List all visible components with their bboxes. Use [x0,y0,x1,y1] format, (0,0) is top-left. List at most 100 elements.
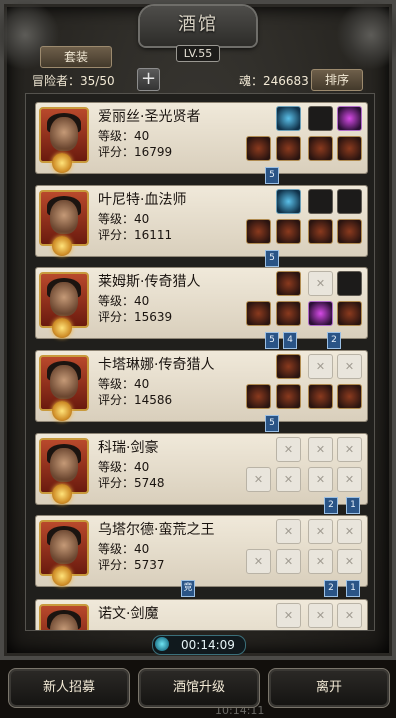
hero-name: 诺文·剑魔 [98,606,159,622]
equipment-slot-icon[interactable] [337,219,362,244]
empty-slot-icon[interactable] [276,603,301,628]
medal-icon [52,153,72,173]
empty-slot-icon[interactable] [337,603,362,628]
hero-score: 评分：16799 [98,145,173,159]
level-tag: 4 [283,332,297,349]
hero-name: 爱丽丝·圣光贤者 [98,109,201,125]
level-tag: 2 [324,580,338,597]
empty-slot-icon[interactable] [276,467,301,492]
level-tag: 1 [346,497,360,514]
hero-score: 评分：5737 [98,558,165,572]
hero-card[interactable]: 莱姆斯·传奇猎人 等级：40 评分：15639 [36,268,367,338]
leave-button[interactable]: 离开 [268,668,390,708]
empty-slot-icon[interactable] [337,519,362,544]
level-tag: 1 [346,580,360,597]
level-tag: 2 [324,497,338,514]
title-plate: 酒馆 [140,6,256,46]
equipment-slot-icon[interactable] [308,301,333,326]
tavern-level-badge: LV.55 [176,45,220,62]
equipment-slot-icon[interactable] [246,219,271,244]
empty-slot-icon[interactable] [308,437,333,462]
hero-portrait [39,604,89,630]
fire-slot-icon[interactable] [276,354,301,379]
timer-text: 00:14:09 [181,638,235,652]
arena-tag: 竞 [181,580,195,597]
medal-icon [52,484,72,504]
empty-slot-icon[interactable] [308,603,333,628]
hero-score: 评分：14586 [98,393,173,407]
equipment-slot-icon[interactable] [308,219,333,244]
hero-card[interactable]: 卡塔琳娜·传奇猎人 等级：40 评分：14586 [36,351,367,421]
empty-slot-icon[interactable] [337,467,362,492]
medal-icon [52,401,72,421]
hero-name: 科瑞·剑豪 [98,440,159,456]
hero-level: 等级：40 [98,377,150,391]
hero-level: 等级：40 [98,294,150,308]
gem-slot-icon[interactable] [276,106,301,131]
hero-score: 评分：16111 [98,228,173,242]
fire-slot-icon[interactable] [276,271,301,296]
set-button[interactable]: 套装 [40,46,112,68]
medal-icon [52,566,72,586]
equipment-slot-icon[interactable] [308,384,333,409]
equipment-slot-icon[interactable] [308,136,333,161]
hero-level: 等级：40 [98,212,150,226]
equipment-slot-icon[interactable] [246,301,271,326]
level-tag: 5 [265,415,279,432]
empty-slot-icon[interactable] [337,437,362,462]
adventurer-count: 冒险者：35/50 [32,74,115,88]
equipment-slot-icon[interactable] [276,136,301,161]
equipment-slot-icon[interactable] [337,136,362,161]
hero-card[interactable]: 科瑞·剑豪 等级：40 评分：5748 [36,434,367,504]
empty-slot-icon[interactable] [337,549,362,574]
equipment-slot-icon[interactable] [276,384,301,409]
empty-slot-icon[interactable] [308,271,333,296]
weapon-slot-icon[interactable] [337,189,362,214]
level-tag: 2 [327,332,341,349]
hero-score: 评分：5748 [98,476,165,490]
equipment-slot-icon[interactable] [337,384,362,409]
hero-name: 乌塔尔德·蛮荒之王 [98,522,215,538]
weapon-slot-icon[interactable] [337,271,362,296]
hero-list[interactable]: 爱丽丝·圣光贤者 等级：40 评分：16799 5 叶尼特·血法师 等级：40 … [25,93,375,631]
empty-slot-icon[interactable] [308,519,333,544]
crystal-slot-icon[interactable] [337,106,362,131]
empty-slot-icon[interactable] [308,467,333,492]
timer-bar: 00:14:09 [152,635,246,655]
timer-icon [155,637,169,651]
hero-level: 等级：40 [98,542,150,556]
page-title: 酒馆 [178,14,218,35]
sort-button[interactable]: 排序 [311,69,363,91]
empty-slot-icon[interactable] [276,549,301,574]
feather-slot-icon[interactable] [308,189,333,214]
recruit-button[interactable]: 新人招募 [8,668,130,708]
upgrade-tavern-button[interactable]: 酒馆升级 [138,668,260,708]
equipment-slot-icon[interactable] [276,301,301,326]
empty-slot-icon[interactable] [337,354,362,379]
empty-slot-icon[interactable] [308,354,333,379]
hero-card[interactable]: 爱丽丝·圣光贤者 等级：40 评分：16799 [36,103,367,173]
level-tag: 5 [265,250,279,267]
empty-slot-icon[interactable] [246,549,271,574]
hero-name: 叶尼特·血法师 [98,192,187,208]
weapon-slot-icon[interactable] [308,106,333,131]
equipment-slot-icon[interactable] [337,301,362,326]
empty-slot-icon[interactable] [276,437,301,462]
empty-slot-icon[interactable] [246,467,271,492]
hero-level: 等级：40 [98,129,150,143]
empty-slot-icon[interactable] [308,549,333,574]
hero-card[interactable]: 诺文·剑魔 [36,600,367,630]
hero-score: 评分：15639 [98,310,173,324]
hero-level: 等级：40 [98,460,150,474]
medal-icon [52,236,72,256]
equipment-slot-icon[interactable] [246,136,271,161]
equipment-slot-icon[interactable] [246,384,271,409]
hero-card[interactable]: 乌塔尔德·蛮荒之王 等级：40 评分：5737 [36,516,367,586]
gem-slot-icon[interactable] [276,189,301,214]
equipment-slot-icon[interactable] [276,219,301,244]
hero-card[interactable]: 叶尼特·血法师 等级：40 评分：16111 [36,186,367,256]
add-slot-button[interactable]: + [137,68,160,91]
empty-slot-icon[interactable] [276,519,301,544]
soul-currency: 魂：246683 [239,74,309,88]
level-tag: 5 [265,167,279,184]
